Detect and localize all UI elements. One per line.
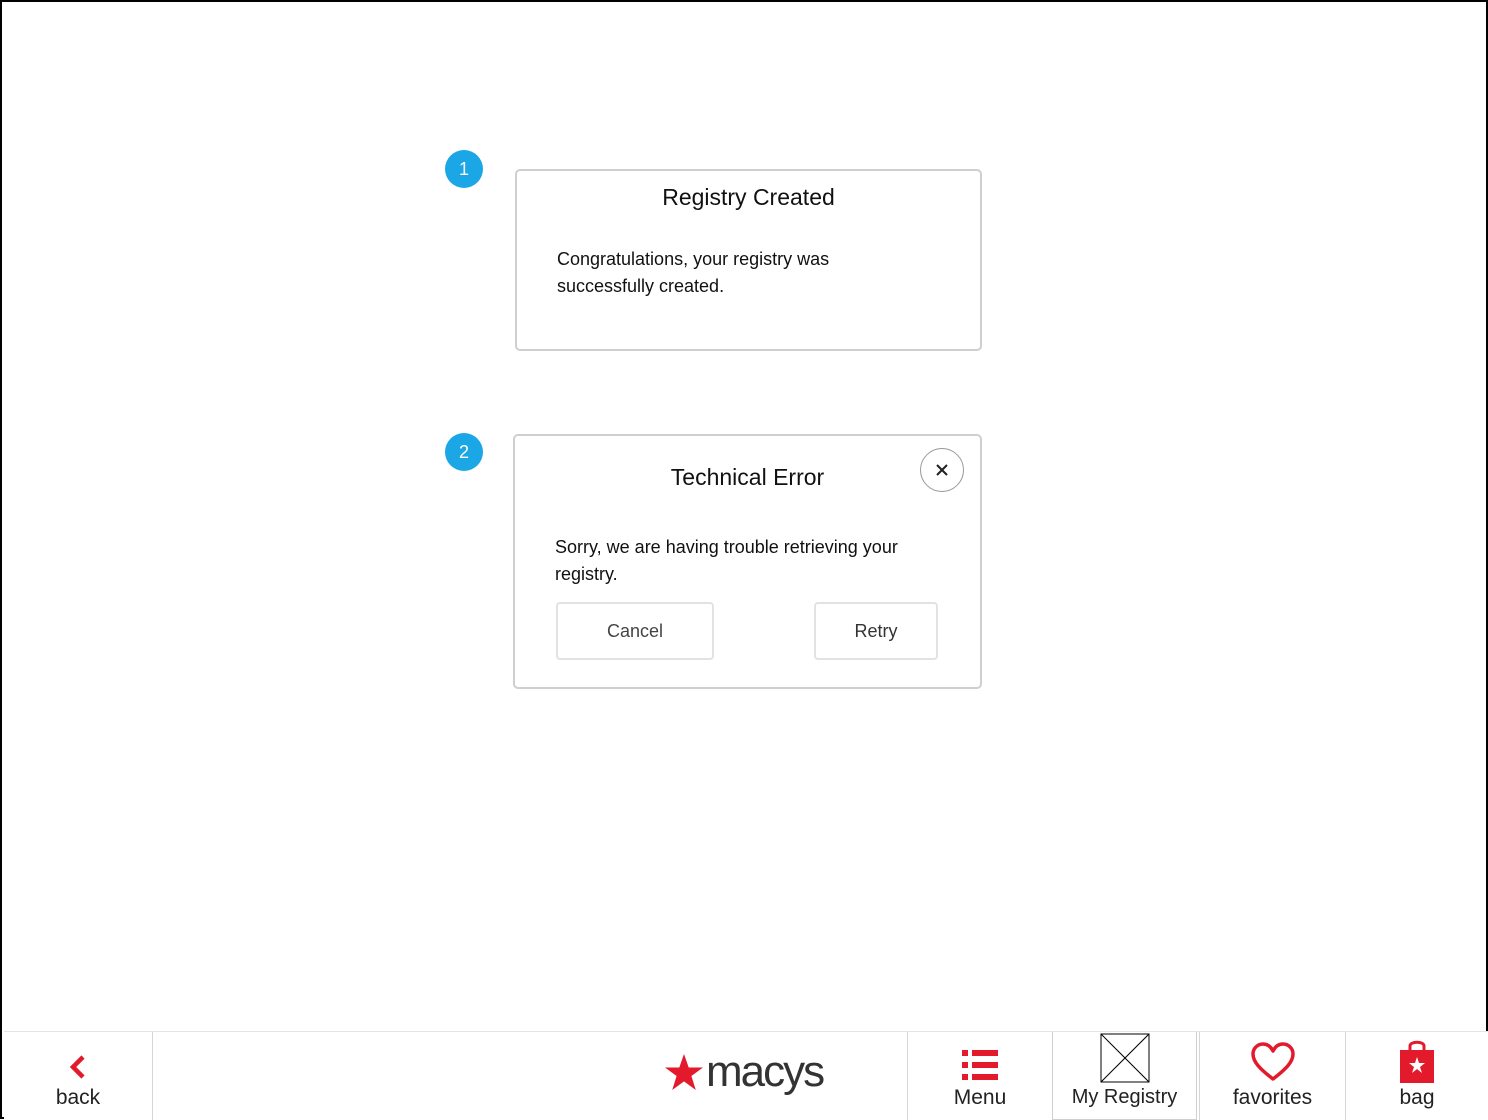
bottom-tab-bar: back macys Menu My Registry favorites ba… [4, 1031, 1488, 1120]
registry-created-dialog: Registry Created Congratulations, your r… [515, 169, 982, 351]
divider [152, 1032, 153, 1120]
favorites-tab[interactable]: favorites [1200, 1032, 1345, 1120]
annotation-marker-1: 1 [445, 150, 483, 188]
dialog-message: Congratulations, your registry was succe… [557, 246, 957, 300]
close-icon [936, 464, 948, 476]
marker-number: 2 [458, 441, 469, 462]
retry-button[interactable]: Retry [814, 602, 938, 660]
back-label: back [55, 1086, 101, 1109]
shopping-bag-icon [1400, 1040, 1434, 1083]
my-registry-tab[interactable]: My Registry [1052, 1032, 1197, 1120]
close-button[interactable] [920, 448, 964, 492]
dialog-message-line: successfully created. [557, 276, 725, 296]
dialog-message-line: Sorry, we are having trouble retrieving … [555, 537, 898, 557]
my-registry-label: My Registry [1071, 1086, 1178, 1108]
star-icon [665, 1054, 703, 1090]
dialog-message: Sorry, we are having trouble retrieving … [555, 534, 975, 588]
menu-tab[interactable]: Menu [908, 1032, 1052, 1120]
dialog-message-line: Congratulations, your registry was [557, 249, 830, 269]
macys-logo[interactable]: macys [664, 1047, 825, 1096]
favorites-label: favorites [1232, 1086, 1313, 1109]
marker-number: 1 [458, 158, 469, 179]
back-button[interactable]: back [4, 1032, 152, 1120]
menu-list-icon [962, 1050, 998, 1080]
technical-error-dialog: Technical Error Sorry, we are having tro… [513, 434, 982, 689]
annotation-marker-2: 2 [445, 433, 483, 471]
menu-label: Menu [953, 1086, 1007, 1109]
brand-wordmark: macys [706, 1047, 825, 1096]
heart-icon [1250, 1042, 1295, 1081]
bag-label: bag [1399, 1086, 1435, 1109]
dialog-message-line: registry. [555, 564, 618, 584]
image-placeholder-icon [1100, 1033, 1149, 1083]
app-screen: 1 Registry Created Congratulations, your… [0, 0, 1488, 1120]
dialog-title: Registry Created [662, 184, 835, 210]
bag-tab[interactable]: bag [1346, 1032, 1488, 1120]
dialog-title: Technical Error [670, 464, 825, 490]
cancel-button[interactable]: Cancel [556, 602, 714, 660]
chevron-left-icon [69, 1055, 85, 1079]
